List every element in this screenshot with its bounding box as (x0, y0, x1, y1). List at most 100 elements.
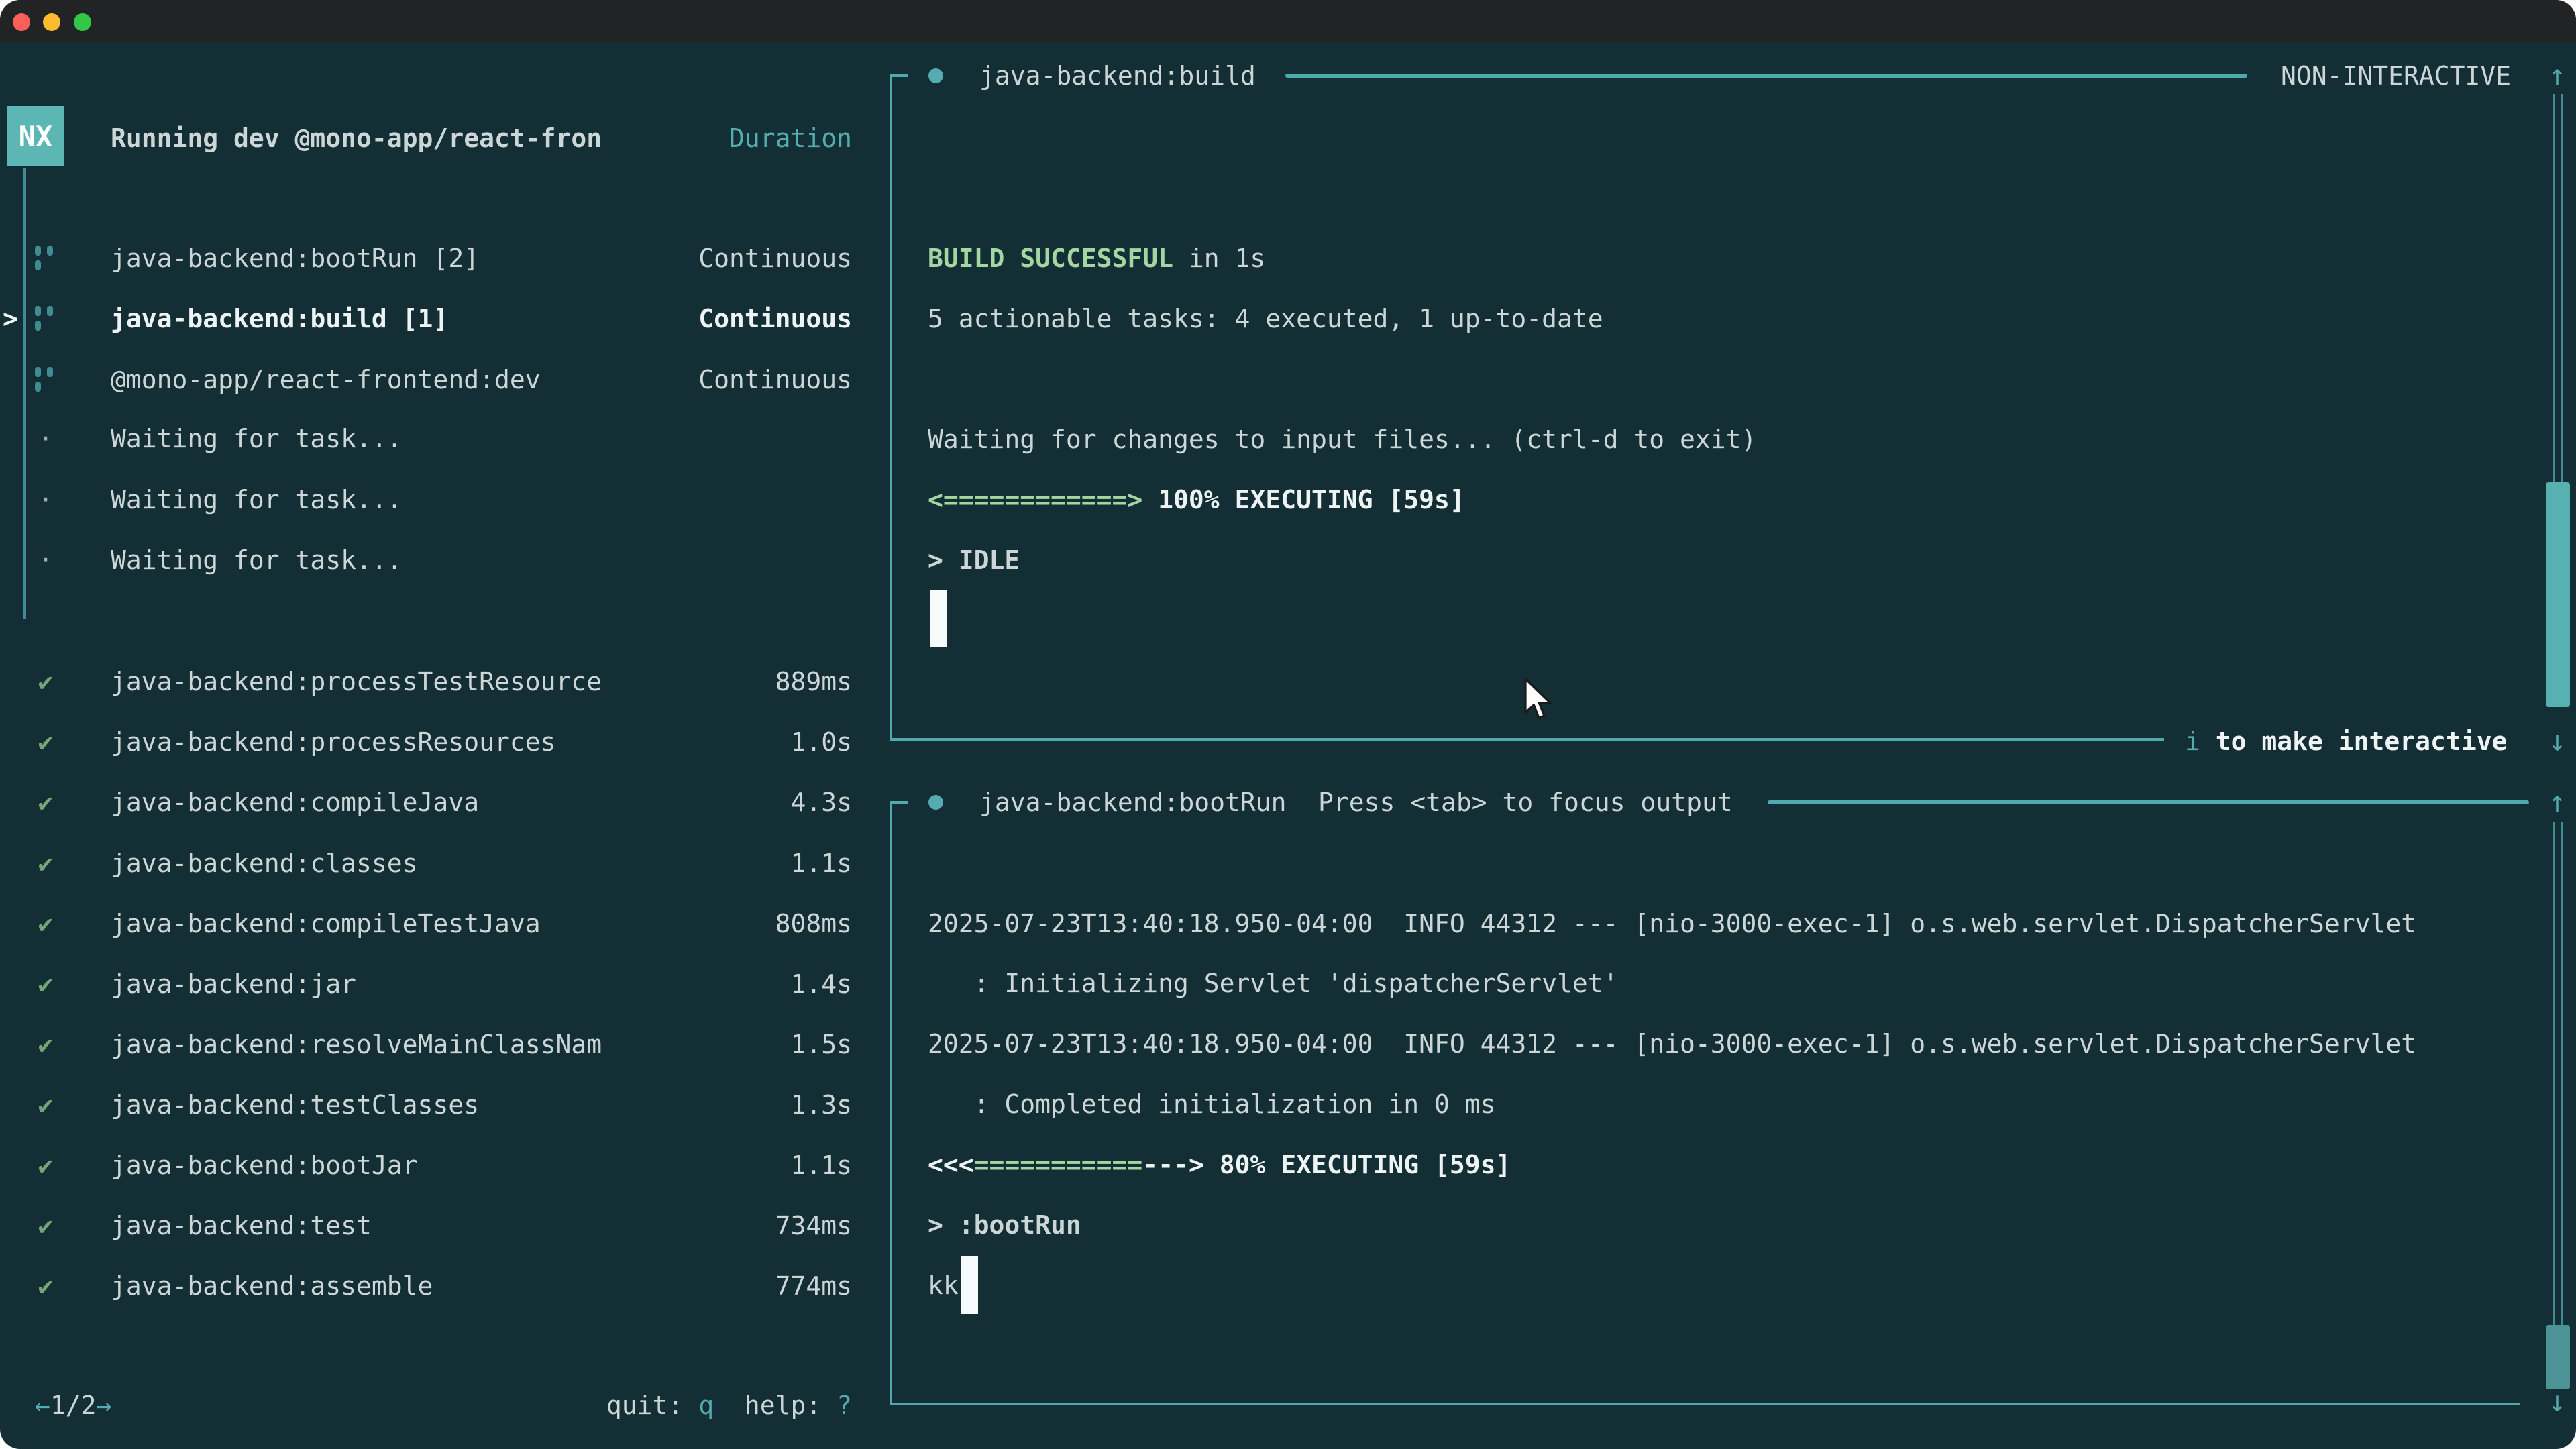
build-waiting-line: Waiting for changes to input files... (c… (928, 409, 1756, 470)
task-row[interactable]: ✔ java-backend:compileTestJava 808ms (0, 894, 892, 954)
spinner-icon (35, 246, 58, 272)
spinner-icon (35, 367, 58, 394)
spinner-icon (35, 306, 58, 333)
task-row[interactable]: · Waiting for task... (0, 470, 892, 530)
bootrun-pane-bullet-icon (928, 795, 943, 810)
bootrun-log-line: 2025-07-23T13:40:18.950-04:00 INFO 44312… (928, 894, 2416, 954)
quit-key: q (698, 1391, 714, 1420)
page-indicator: 1/2 (50, 1391, 97, 1420)
close-window-button[interactable] (13, 13, 30, 31)
task-duration: 734ms (775, 1195, 852, 1256)
scroll-down-icon[interactable]: ↓ (2537, 1372, 2576, 1432)
task-duration: 808ms (775, 894, 852, 954)
task-row[interactable]: ✔ java-backend:compileJava 4.3s (0, 772, 892, 833)
task-duration: 1.5s (790, 1014, 852, 1075)
bootrun-progress-prefix: <<< (928, 1150, 974, 1179)
task-name: java-backend:jar (111, 954, 356, 1014)
titlebar (0, 0, 2576, 42)
task-duration: 1.0s (790, 712, 852, 772)
build-pane-bottom-border (890, 738, 2164, 741)
task-name: Waiting for task... (111, 530, 402, 590)
task-row[interactable]: ✔ java-backend:classes 1.1s (0, 833, 892, 894)
task-name: java-backend:compileTestJava (111, 894, 541, 954)
sidebar-title: Running dev @mono-app/react-fron (111, 108, 602, 168)
task-duration: 1.3s (790, 1075, 852, 1135)
task-name: java-backend:assemble (111, 1256, 433, 1316)
build-success-line: BUILD SUCCESSFUL in 1s (928, 228, 1265, 288)
check-icon: ✔ (27, 772, 64, 833)
bootrun-progress-line: <<<===========---> 80% EXECUTING [59s] (928, 1134, 1511, 1195)
task-name: java-backend:testClasses (111, 1075, 479, 1135)
task-row[interactable]: ✔ java-backend:bootJar 1.1s (0, 1135, 892, 1195)
task-name: java-backend:processResources (111, 712, 555, 772)
task-name: java-backend:classes (111, 833, 418, 894)
build-success-duration: in 1s (1173, 244, 1265, 273)
task-duration: 1.1s (790, 833, 852, 894)
bootrun-focus-hint: Press <tab> to focus output (1318, 772, 1733, 833)
build-terminal-cursor (930, 590, 947, 647)
build-pane-corner (890, 74, 908, 77)
task-row[interactable]: · Waiting for task... (0, 409, 892, 469)
task-row[interactable]: ✔ java-backend:processResources 1.0s (0, 712, 892, 772)
zoom-window-button[interactable] (74, 13, 91, 31)
task-row[interactable]: java-backend:bootRun [2] Continuous (0, 228, 892, 288)
task-row[interactable]: ✔ java-backend:testClasses 1.3s (0, 1075, 892, 1135)
check-icon: ✔ (27, 651, 64, 712)
check-icon: ✔ (27, 1014, 64, 1075)
task-name: java-backend:compileJava (111, 772, 479, 833)
bootrun-terminal-cursor (961, 1256, 978, 1314)
task-duration: 4.3s (790, 772, 852, 833)
page-next-arrow[interactable]: → (97, 1391, 112, 1420)
task-row-selected[interactable]: > java-backend:build [1] Continuous (0, 288, 892, 349)
bootrun-prompt-line: > :bootRun (928, 1195, 1081, 1255)
interactive-hint-key: i (2185, 727, 2200, 756)
minimize-window-button[interactable] (43, 13, 60, 31)
check-icon: ✔ (27, 1256, 64, 1316)
task-row[interactable]: ✔ java-backend:processTestResource 889ms (0, 651, 892, 712)
page-prev-arrow[interactable]: ← (35, 1391, 50, 1420)
task-duration: 1.1s (790, 1135, 852, 1195)
bootrun-log-line: 2025-07-23T13:40:18.950-04:00 INFO 44312… (928, 1014, 2416, 1074)
bootrun-progress-bar: =========== (974, 1150, 1143, 1179)
task-row[interactable]: ✔ java-backend:jar 1.4s (0, 954, 892, 1014)
bootrun-pane-header-line (1768, 800, 2529, 804)
terminal-window: NX Running dev @mono-app/react-fron Dura… (0, 0, 2576, 1449)
task-status: Continuous (698, 228, 852, 288)
waiting-dot-icon: · (27, 470, 64, 530)
bootrun-log-line: : Initializing Servlet 'dispatcherServle… (928, 953, 1619, 1014)
task-row[interactable]: · Waiting for task... (0, 530, 892, 590)
build-progress-line: <============> 100% EXECUTING [59s] (928, 470, 1465, 530)
waiting-dot-icon: · (27, 530, 64, 590)
interactive-hint-text: to make interactive (2200, 727, 2508, 756)
build-summary-line: 5 actionable tasks: 4 executed, 1 up-to-… (928, 288, 1603, 349)
build-successful-text: BUILD SUCCESSFUL (928, 244, 1173, 273)
check-icon: ✔ (27, 954, 64, 1014)
build-pane-header-line (1285, 74, 2247, 78)
bootrun-scrollbar-track[interactable] (2553, 822, 2563, 1325)
task-name: java-backend:test (111, 1195, 372, 1256)
task-row[interactable]: ✔ java-backend:resolveMainClassNam 1.5s (0, 1014, 892, 1075)
bootrun-progress-suffix: ---> (1142, 1150, 1204, 1179)
sidebar-header: Running dev @mono-app/react-fron Duratio… (0, 108, 892, 168)
task-row[interactable]: @mono-app/react-frontend:dev Continuous (0, 350, 892, 410)
task-row[interactable]: ✔ java-backend:test 734ms (0, 1195, 892, 1256)
build-scrollbar-track[interactable] (2553, 94, 2563, 483)
build-scrollbar-thumb[interactable] (2546, 482, 2570, 707)
help-key: ? (837, 1391, 852, 1420)
task-name: Waiting for task... (111, 470, 402, 530)
quit-label: quit: (606, 1391, 698, 1420)
keyboard-hints: quit: q help: ? (606, 1375, 852, 1436)
build-pane-badge: NON-INTERACTIVE (2281, 46, 2511, 106)
task-duration: 774ms (775, 1256, 852, 1316)
build-idle-line: > IDLE (928, 530, 1020, 590)
task-name: java-backend:bootRun [2] (111, 228, 479, 288)
task-row[interactable]: ✔ java-backend:assemble 774ms (0, 1256, 892, 1316)
bootrun-input-text[interactable]: kk (928, 1255, 959, 1316)
check-icon: ✔ (27, 833, 64, 894)
task-name: java-backend:processTestResource (111, 651, 602, 712)
task-name: @mono-app/react-frontend:dev (111, 350, 541, 410)
scroll-down-icon[interactable]: ↓ (2537, 711, 2576, 771)
check-icon: ✔ (27, 894, 64, 954)
build-pane-bullet-icon (928, 68, 943, 83)
task-name: java-backend:resolveMainClassNam (111, 1014, 602, 1075)
